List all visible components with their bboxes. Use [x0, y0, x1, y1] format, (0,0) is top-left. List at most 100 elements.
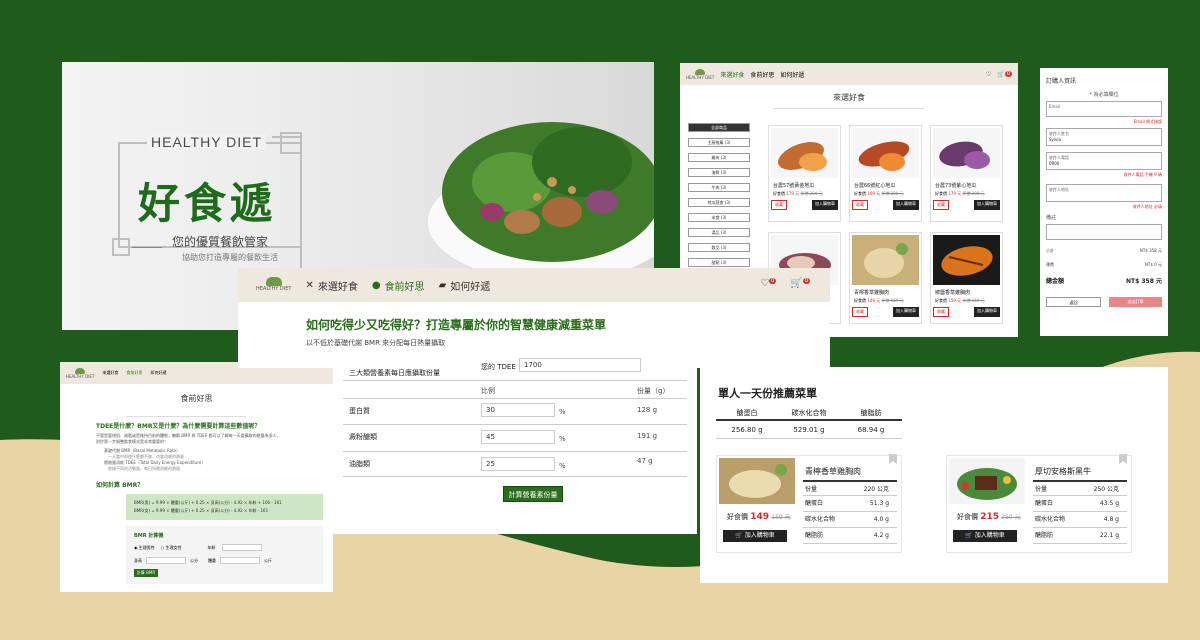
favorite-button[interactable]: 收藏	[933, 200, 949, 210]
add-to-cart-button[interactable]: 加入購物車	[812, 200, 838, 210]
add-to-cart-button[interactable]: 🛒 加入購物車	[953, 530, 1017, 542]
gender-male-radio[interactable]: ◉ 生理男性	[134, 545, 155, 551]
center-logo[interactable]: HEALTHY DIET	[256, 277, 291, 293]
price-label: 好食價	[935, 298, 947, 303]
weight-input[interactable]	[220, 557, 260, 564]
fat-ratio-input[interactable]: 25	[481, 457, 555, 471]
category-item[interactable]: 飲品 (3)	[688, 243, 750, 252]
nav-delivery[interactable]: ▰ 如何好遞	[439, 278, 491, 293]
table-header: 醣蛋白	[736, 409, 758, 417]
submit-order-button[interactable]: 送出訂單	[1109, 297, 1162, 307]
category-item[interactable]: 甜點 (3)	[688, 258, 750, 267]
address-field[interactable]: 收件人地址	[1046, 184, 1162, 202]
meal-nutrition-table: 份量 250 公克 醣蛋白 43.5 g 碳水化合物 4.8 g 醣脂肪 22.1 g	[1033, 480, 1127, 544]
category-item[interactable]: 米食 (3)	[688, 213, 750, 222]
divider	[343, 424, 687, 425]
product-card[interactable]: 椒鹽香草雞胸肉 好食價 159 元 原價 159 元 收藏 加入購物車	[930, 232, 1003, 324]
add-to-cart-button[interactable]: 加入購物車	[893, 307, 919, 317]
nav-shop[interactable]: 來選好食	[102, 370, 118, 376]
email-field[interactable]: Email	[1046, 101, 1162, 117]
required-note: * 為必填欄位	[1089, 92, 1119, 98]
age-input[interactable]	[221, 544, 262, 551]
bmr-formula-box: BMR(男) = 9.99 × 體重(公斤) + 6.25 × 身高(公分) -…	[126, 494, 323, 520]
favorite-button[interactable]: 收藏	[852, 200, 868, 210]
table-key: 醣脂肪	[805, 532, 824, 539]
nav-think[interactable]: 食前好思	[126, 370, 142, 376]
product-card[interactable]: 台農66號紅心地瓜 好食價 169 元 原價 200 元 收藏 加入購物車	[849, 125, 922, 222]
nav-think[interactable]: 食前好思	[750, 70, 774, 79]
product-image	[933, 128, 1000, 178]
product-image	[771, 128, 838, 178]
gender-female-radio[interactable]: ○ 生理女性	[161, 545, 182, 551]
meal-nutrition-table: 份量 220 公克 醣蛋白 51.3 g 碳水化合物 4.0 g 醣脂肪 4.2 g	[803, 480, 897, 544]
category-item[interactable]: 湯品 (3)	[688, 228, 750, 237]
table-value: 4.8 g	[1103, 516, 1119, 523]
page-title: 來選好食	[774, 92, 924, 109]
tdee-input[interactable]: 1700	[519, 358, 641, 372]
shop-logo[interactable]: HEALTHY DIET	[686, 68, 715, 80]
add-to-cart-button[interactable]: 🛒 加入購物車	[723, 530, 787, 542]
category-item[interactable]: 牛肉 (3)	[688, 183, 750, 192]
add-to-cart-button[interactable]: 加入購物車	[974, 307, 1000, 317]
shop-logo-text: HEALTHY DIET	[686, 74, 715, 80]
cart-badge: 0	[1004, 70, 1012, 77]
calculate-bmr-button[interactable]: 計算 BMR	[134, 569, 158, 577]
table-cell: 256.80 g	[731, 426, 763, 434]
favorite-button[interactable]: 收藏	[771, 200, 787, 210]
shipping-label: 運費	[1046, 262, 1054, 267]
fav-icon[interactable]: ♡ 0	[760, 278, 777, 289]
table-row: 醣脂肪 4.2 g	[803, 528, 897, 544]
male-label: 生理男性	[138, 544, 155, 550]
meal-price: 好食價 149 159 元	[727, 512, 791, 522]
back-button[interactable]: 返回	[1046, 297, 1101, 307]
height-input[interactable]	[146, 557, 186, 564]
order-title: 訂購人資訊	[1046, 78, 1077, 85]
category-item[interactable]: 海鮮 (3)	[688, 168, 750, 177]
product-card[interactable]: 青檸香草雞胸肉 好食價 149 元 原價 159 元 收藏 加入購物車	[849, 232, 922, 324]
divider	[343, 451, 687, 452]
favorite-button[interactable]: 收藏	[852, 307, 868, 317]
name-field[interactable]: 收件人姓名 Sylvia	[1046, 128, 1162, 146]
category-item[interactable]: 主廚推薦 (3)	[688, 138, 750, 147]
center-logo-text: HEALTHY DIET	[256, 286, 292, 292]
add-to-cart-button[interactable]: 加入購物車	[893, 200, 919, 210]
age-label: 年齡	[207, 544, 216, 550]
phone-field[interactable]: 收件人電話 0900	[1046, 152, 1162, 170]
product-card[interactable]: 台農57號黃金地瓜 好食價 179 元 原價 200 元 收藏 加入購物車	[768, 125, 841, 222]
cart-icon[interactable]: 🛒 0	[997, 70, 1012, 78]
product-price: 149 元	[867, 298, 881, 303]
calculate-nutrients-button[interactable]: 計算營養素份量	[503, 486, 563, 502]
nav-shop[interactable]: 來選好食	[720, 70, 744, 79]
protein-ratio-input[interactable]: 30	[481, 403, 555, 417]
category-item[interactable]: 全部商品	[688, 123, 750, 132]
nav-delivery[interactable]: 如何好遞	[780, 70, 804, 79]
table-key: 醣蛋白	[805, 500, 824, 507]
bookmark-icon[interactable]	[889, 454, 897, 464]
bookmark-icon[interactable]	[1119, 454, 1127, 464]
leaf-icon	[265, 277, 282, 286]
table-key: 碳水化合物	[1035, 516, 1066, 523]
cart-icon[interactable]: 🛒 0	[790, 278, 810, 289]
table-cell: 529.01 g	[793, 426, 825, 434]
nav-think[interactable]: ● 食前好思	[372, 278, 425, 293]
carb-ratio-input[interactable]: 45	[481, 430, 555, 444]
utensils-icon: ✕	[305, 279, 314, 291]
category-item[interactable]: 地瓜蔬食 (3)	[688, 198, 750, 207]
note-textarea[interactable]	[1046, 224, 1162, 240]
nav-delivery[interactable]: 如何好遞	[150, 370, 166, 376]
nav-shop[interactable]: ✕ 來選好食	[305, 278, 357, 293]
hero-tagline: 您的優質餐飲管家	[172, 235, 269, 249]
meal-card: 好食價 149 159 元 🛒 加入購物車 青檸香草雞胸肉 份量 220 公克 醣…	[716, 454, 902, 553]
shop-header: HEALTHY DIET 來選好食 食前好思 如何好遞 ♡ 🛒 0	[680, 63, 1018, 85]
subtotal-value: NT$ 358 元	[1139, 248, 1162, 253]
category-item[interactable]: 雞肉 (3)	[688, 153, 750, 162]
info-logo[interactable]: HEALTHY DIET	[66, 367, 94, 379]
favorite-button[interactable]: 收藏	[933, 307, 949, 317]
category-list: 全部商品 主廚推薦 (3) 雞肉 (3) 海鮮 (3) 牛肉 (3) 地瓜蔬食 …	[688, 123, 750, 273]
table-key: 份量	[805, 486, 818, 493]
tdee-label: 您的 TDEE	[481, 363, 516, 371]
fav-icon[interactable]: ♡	[986, 71, 991, 78]
meal-price: 好食價 215 250 元	[957, 512, 1021, 522]
add-to-cart-button[interactable]: 加入購物車	[974, 200, 1000, 210]
product-card[interactable]: 台農73號紫心地瓜 好食價 179 元 原價 200 元 收藏 加入購物車	[930, 125, 1003, 222]
